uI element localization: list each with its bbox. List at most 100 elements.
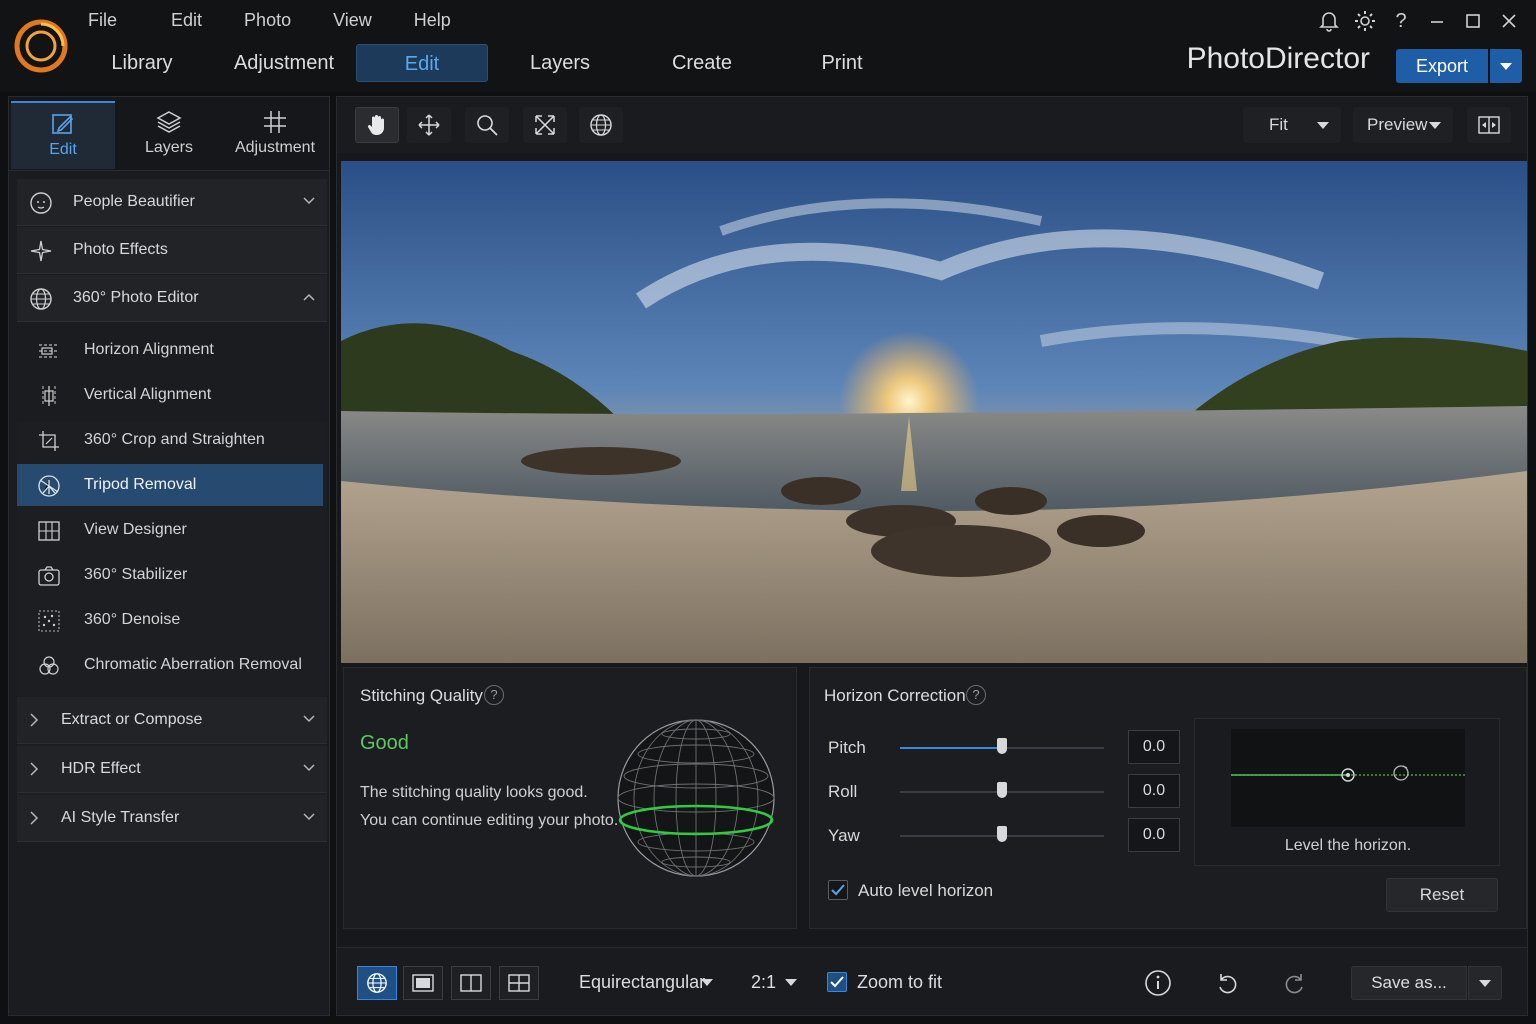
360-view-button[interactable] (579, 107, 623, 143)
tool-label: Vertical Alignment (84, 386, 212, 403)
zoom-to-fit-label[interactable]: Zoom to fit (857, 972, 942, 993)
close-icon[interactable] (1496, 8, 1522, 34)
move-tool-button[interactable] (407, 107, 451, 143)
left-tab-edit[interactable]: Edit (11, 101, 115, 169)
section-extract-compose[interactable]: Extract or Compose (17, 697, 327, 744)
tab-edit[interactable]: Edit (356, 44, 488, 82)
stitching-help-icon[interactable]: ? (484, 685, 504, 705)
zoom-fit-label: Fit (1269, 115, 1288, 134)
tool-vertical-alignment[interactable]: Vertical Alignment (17, 374, 323, 416)
split-view-button[interactable] (451, 966, 491, 1000)
maximize-icon[interactable] (1460, 8, 1486, 34)
chevron-down-icon (303, 197, 315, 205)
section-label: People Beautifier (73, 193, 195, 210)
tool-label: Chromatic Aberration Removal (84, 656, 302, 673)
menu-file[interactable]: File (88, 10, 117, 31)
settings-gear-icon[interactable] (1352, 8, 1378, 34)
section-ai-style-transfer[interactable]: AI Style Transfer (17, 795, 327, 842)
tool-label: Tripod Removal (84, 476, 197, 493)
expand-arrows-icon (535, 115, 555, 135)
redo-button[interactable] (1277, 966, 1311, 1000)
tool-360-stabilizer[interactable]: 360° Stabilizer (17, 554, 323, 596)
layers-icon (156, 111, 182, 133)
panorama-photo[interactable] (341, 161, 1527, 663)
tab-adjustment[interactable]: Adjustment (226, 44, 342, 82)
tool-chromatic-aberration-removal[interactable]: Chromatic Aberration Removal (17, 644, 323, 686)
section-label: AI Style Transfer (61, 809, 180, 826)
edit-icon (52, 114, 74, 134)
info-button[interactable] (1141, 966, 1175, 1000)
caret-down-icon (1479, 980, 1491, 987)
tab-print[interactable]: Print (808, 44, 876, 82)
app-logo-icon (14, 19, 68, 73)
projection-dropdown[interactable]: Equirectangular (579, 972, 705, 993)
pitch-slider-thumb[interactable] (997, 738, 1007, 754)
roll-slider-thumb[interactable] (997, 782, 1007, 798)
tab-create[interactable]: Create (662, 44, 742, 82)
section-360-photo-editor[interactable]: 360° Photo Editor (17, 275, 327, 322)
tool-horizon-alignment[interactable]: Horizon Alignment (17, 329, 323, 371)
reset-button[interactable]: Reset (1386, 878, 1498, 912)
chevron-right-icon (30, 811, 39, 825)
yaw-value-field[interactable]: 0.0 (1128, 818, 1180, 852)
left-tab-layers[interactable]: Layers (117, 101, 221, 169)
export-button[interactable]: Export (1396, 49, 1488, 83)
section-label: Photo Effects (73, 241, 168, 258)
section-photo-effects[interactable]: Photo Effects (17, 227, 327, 274)
magnifier-icon (477, 115, 498, 136)
view-360-button[interactable] (357, 966, 397, 1000)
roll-label: Roll (828, 782, 858, 801)
auto-level-label[interactable]: Auto level horizon (858, 881, 993, 901)
horizon-alignment-icon (39, 344, 59, 358)
horizon-level-graphic[interactable] (1231, 729, 1465, 827)
menu-view[interactable]: View (333, 10, 372, 31)
menu-help[interactable]: Help (414, 10, 451, 31)
export-dropdown-button[interactable] (1490, 49, 1522, 83)
preview-dropdown[interactable]: Preview (1353, 107, 1453, 143)
section-hdr-effect[interactable]: HDR Effect (17, 746, 327, 793)
hand-tool-button[interactable] (355, 107, 399, 143)
yaw-slider-thumb[interactable] (997, 826, 1007, 842)
undo-button[interactable] (1211, 966, 1245, 1000)
left-tab-adjustment[interactable]: Adjustment (223, 101, 327, 169)
tool-label: 360° Denoise (84, 611, 181, 628)
minimize-icon[interactable] (1424, 8, 1450, 34)
single-view-button[interactable] (403, 966, 443, 1000)
info-icon (1145, 970, 1171, 996)
tool-360-crop-straighten[interactable]: 360° Crop and Straighten (17, 419, 323, 461)
caret-down-icon (785, 979, 797, 986)
sparkle-icon (30, 240, 52, 262)
save-as-dropdown-button[interactable] (1468, 966, 1502, 1000)
auto-level-checkbox[interactable] (828, 880, 848, 900)
quad-view-button[interactable] (499, 966, 539, 1000)
face-icon (30, 192, 52, 214)
redo-icon (1285, 974, 1303, 994)
chevron-right-icon (30, 713, 39, 727)
compare-icon (1478, 116, 1500, 134)
fit-screen-button[interactable] (523, 107, 567, 143)
menu-edit[interactable]: Edit (171, 10, 202, 31)
zoom-tool-button[interactable] (465, 107, 509, 143)
left-panel: Edit Layers Adjustment People Beautifier… (8, 96, 330, 1016)
compare-view-button[interactable] (1467, 107, 1511, 143)
pitch-value-field[interactable]: 0.0 (1128, 730, 1180, 764)
notification-bell-icon[interactable] (1316, 8, 1342, 34)
save-as-button[interactable]: Save as... (1351, 966, 1467, 1000)
tool-view-designer[interactable]: View Designer (17, 509, 323, 551)
aspect-ratio-dropdown[interactable]: 2:1 (751, 972, 776, 993)
tab-layers[interactable]: Layers (522, 44, 598, 82)
menu-photo[interactable]: Photo (244, 10, 291, 31)
tool-tripod-removal[interactable]: Tripod Removal (17, 464, 323, 506)
single-frame-icon (412, 974, 434, 992)
horizon-help-icon[interactable]: ? (966, 685, 986, 705)
section-people-beautifier[interactable]: People Beautifier (17, 179, 327, 226)
help-question-icon[interactable]: ? (1388, 8, 1414, 34)
section-label: 360° Photo Editor (73, 289, 199, 306)
zoom-fit-dropdown[interactable]: Fit (1243, 107, 1341, 143)
split-view-icon (460, 974, 482, 992)
tool-360-denoise[interactable]: 360° Denoise (17, 599, 323, 641)
zoom-to-fit-checkbox[interactable] (827, 972, 847, 992)
tab-library[interactable]: Library (100, 44, 184, 82)
roll-value-field[interactable]: 0.0 (1128, 774, 1180, 808)
horizon-caption: Level the horizon. (1284, 837, 1412, 854)
